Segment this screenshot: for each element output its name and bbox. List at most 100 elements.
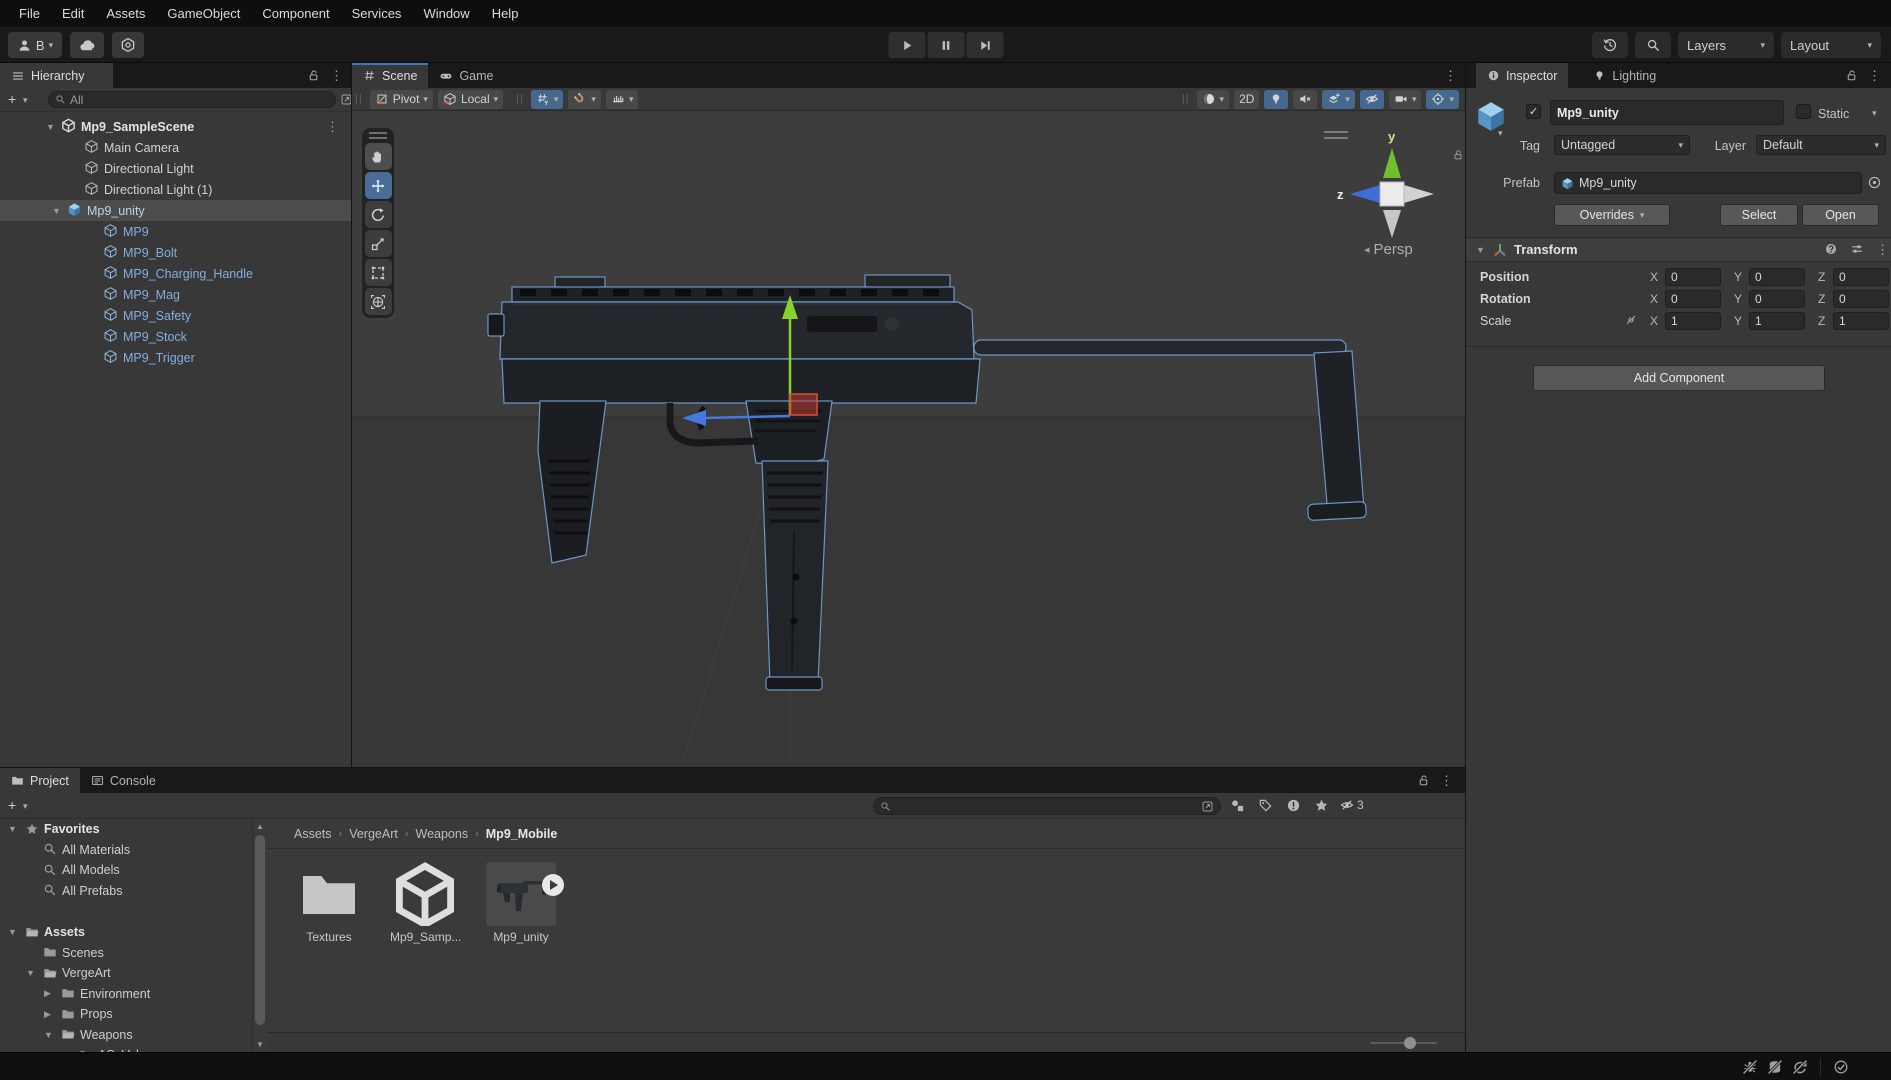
audio-mute-button[interactable] — [1293, 89, 1318, 109]
rotate-tool-button[interactable] — [364, 201, 392, 228]
menu-assets[interactable]: Assets — [95, 0, 156, 27]
link-broken-icon[interactable] — [1624, 313, 1638, 327]
services-button[interactable] — [112, 32, 144, 58]
play-badge-icon[interactable] — [542, 874, 564, 896]
light-bulb-button[interactable] — [1264, 89, 1289, 109]
scrollbar-thumb[interactable] — [255, 835, 265, 1025]
object-picker-icon[interactable] — [1867, 175, 1882, 190]
bug-disabled-icon[interactable] — [1742, 1059, 1758, 1075]
project-tree-scrollbar[interactable]: ▲ ▼ — [252, 819, 267, 1052]
search-by-label-icon[interactable] — [1258, 798, 1273, 813]
kebab-menu-icon[interactable]: ⋮ — [1440, 773, 1453, 789]
position-z-field[interactable]: 0 — [1833, 268, 1889, 286]
tree-folder-scenes[interactable]: Scenes — [0, 943, 252, 964]
gizmo-lock-open-icon[interactable] — [1452, 149, 1464, 161]
lock-open-icon[interactable] — [1417, 774, 1430, 787]
create-caret-icon[interactable]: ▾ — [23, 96, 28, 105]
asset-item-mp9-unity[interactable]: Mp9_unity — [486, 862, 564, 944]
static-caret-icon[interactable]: ▾ — [1872, 109, 1877, 118]
transform-tool-button[interactable] — [364, 288, 392, 315]
rotation-y-field[interactable]: 0 — [1749, 290, 1805, 308]
help-icon[interactable] — [1824, 242, 1838, 256]
scroll-down-icon[interactable]: ▼ — [253, 1040, 267, 1049]
step-button[interactable] — [966, 32, 1003, 58]
hierarchy-row-directional-light[interactable]: Directional Light — [0, 158, 351, 179]
layer-dropdown[interactable]: Default ▾ — [1756, 135, 1886, 155]
select-button[interactable]: Select — [1720, 204, 1798, 226]
overrides-button[interactable]: Overrides ▾ — [1554, 204, 1670, 226]
cache-server-disabled-icon[interactable] — [1767, 1059, 1783, 1075]
gizmos-sphere-button[interactable]: ▾ — [1426, 89, 1459, 109]
scale-y-field[interactable]: 1 — [1749, 312, 1805, 330]
visibility-eye-button[interactable] — [1359, 89, 1384, 109]
scale-tool-button[interactable] — [364, 230, 392, 257]
cloud-button[interactable] — [70, 32, 104, 58]
object-name-field[interactable]: Mp9_unity — [1550, 100, 1784, 125]
hierarchy-row-directional-light-1-[interactable]: Directional Light (1) — [0, 179, 351, 200]
create-plus-button[interactable]: + — [8, 797, 16, 813]
tab-lighting[interactable]: Lighting — [1582, 63, 1667, 88]
tab-inspector[interactable]: Inspector — [1476, 63, 1569, 88]
lock-open-icon[interactable] — [1845, 69, 1858, 82]
hierarchy-row-mp9-charging-handle[interactable]: MP9_Charging_Handle — [0, 263, 351, 284]
menu-services[interactable]: Services — [341, 0, 413, 27]
effects-button[interactable]: ▾ — [1322, 89, 1355, 109]
kebab-menu-icon[interactable]: ⋮ — [1868, 68, 1881, 84]
tab-console[interactable]: Console — [80, 768, 167, 793]
prefab-expand-caret-icon[interactable]: ▾ — [1498, 129, 1503, 138]
rect-tool-button[interactable] — [364, 259, 392, 286]
tree-favorites[interactable]: ▼ Favorites — [0, 819, 252, 840]
tree-all-models[interactable]: All Models — [0, 860, 252, 881]
slider-handle[interactable] — [1404, 1037, 1416, 1049]
breadcrumb-segment[interactable]: Mp9_Mobile — [486, 827, 558, 841]
snap-increment-button[interactable]: ▾ — [605, 89, 639, 109]
prefab-object-field[interactable]: Mp9_unity — [1554, 172, 1862, 194]
create-plus-button[interactable]: + — [8, 91, 16, 107]
project-search-input[interactable] — [873, 797, 1221, 815]
menu-gameobject[interactable]: GameObject — [156, 0, 251, 27]
hierarchy-row-mp9-samplescene[interactable]: ▼ Mp9_SampleScene ⋮ — [0, 116, 351, 137]
layers-dropdown[interactable]: Layers ▾ — [1678, 32, 1774, 58]
asset-item-mp9-samp-[interactable]: Mp9_Samp... — [390, 862, 461, 944]
scroll-up-icon[interactable]: ▲ — [253, 822, 267, 831]
hierarchy-row-mp9-unity[interactable]: ▼ Mp9_unity — [0, 200, 351, 221]
add-component-button[interactable]: Add Component — [1533, 365, 1825, 391]
tree-folder-props[interactable]: ▶ Props — [0, 1004, 252, 1025]
move-tool-button[interactable] — [364, 172, 392, 199]
pause-button[interactable] — [927, 32, 964, 58]
tree-folder-environment[interactable]: ▶ Environment — [0, 984, 252, 1005]
tab-project[interactable]: Project — [0, 768, 80, 793]
hidden-packages-toggle[interactable]: 3 — [1340, 798, 1364, 812]
presets-icon[interactable] — [1850, 242, 1864, 256]
position-x-field[interactable]: 0 — [1665, 268, 1721, 286]
breadcrumb-segment[interactable]: Weapons — [416, 827, 469, 841]
rotation-z-field[interactable]: 0 — [1833, 290, 1889, 308]
foldout-arrow-icon[interactable]: ▼ — [52, 206, 61, 216]
projection-mode-label[interactable]: ◂ Persp — [1364, 241, 1413, 258]
hierarchy-row-mp9-mag[interactable]: MP9_Mag — [0, 284, 351, 305]
menu-file[interactable]: File — [8, 0, 51, 27]
hierarchy-row-mp9-trigger[interactable]: MP9_Trigger — [0, 347, 351, 368]
scale-z-field[interactable]: 1 — [1833, 312, 1889, 330]
layout-dropdown[interactable]: Layout ▾ — [1781, 32, 1881, 58]
thumbnail-size-slider[interactable] — [1370, 1037, 1437, 1049]
favorites-star-icon[interactable] — [1314, 798, 1329, 813]
menu-window[interactable]: Window — [412, 0, 480, 27]
scale-x-field[interactable]: 1 — [1665, 312, 1721, 330]
tab-hierarchy[interactable]: Hierarchy — [0, 63, 113, 88]
menu-edit[interactable]: Edit — [51, 0, 95, 27]
rotation-x-field[interactable]: 0 — [1665, 290, 1721, 308]
scene-camera-button[interactable]: ▾ — [1388, 89, 1422, 109]
local-cube-button[interactable]: Local ▾ — [437, 89, 504, 109]
shading-sphere-button[interactable]: ▾ — [1196, 89, 1230, 109]
transform-header[interactable]: ▼ Transform ⋮ — [1466, 237, 1891, 262]
foldout-arrow-icon[interactable]: ▼ — [8, 927, 17, 937]
tree-folder-assets[interactable]: ▼ Assets — [0, 922, 252, 943]
kebab-menu-icon[interactable]: ⋮ — [1876, 242, 1889, 258]
hierarchy-row-mp9-safety[interactable]: MP9_Safety — [0, 305, 351, 326]
gizmo-z-label[interactable]: z — [1337, 187, 1344, 202]
open-search-window-icon[interactable] — [1201, 800, 1214, 813]
foldout-arrow-icon[interactable]: ▼ — [1476, 245, 1485, 255]
breadcrumb-segment[interactable]: Assets — [294, 827, 332, 841]
foldout-arrow-icon[interactable]: ▼ — [26, 968, 35, 978]
